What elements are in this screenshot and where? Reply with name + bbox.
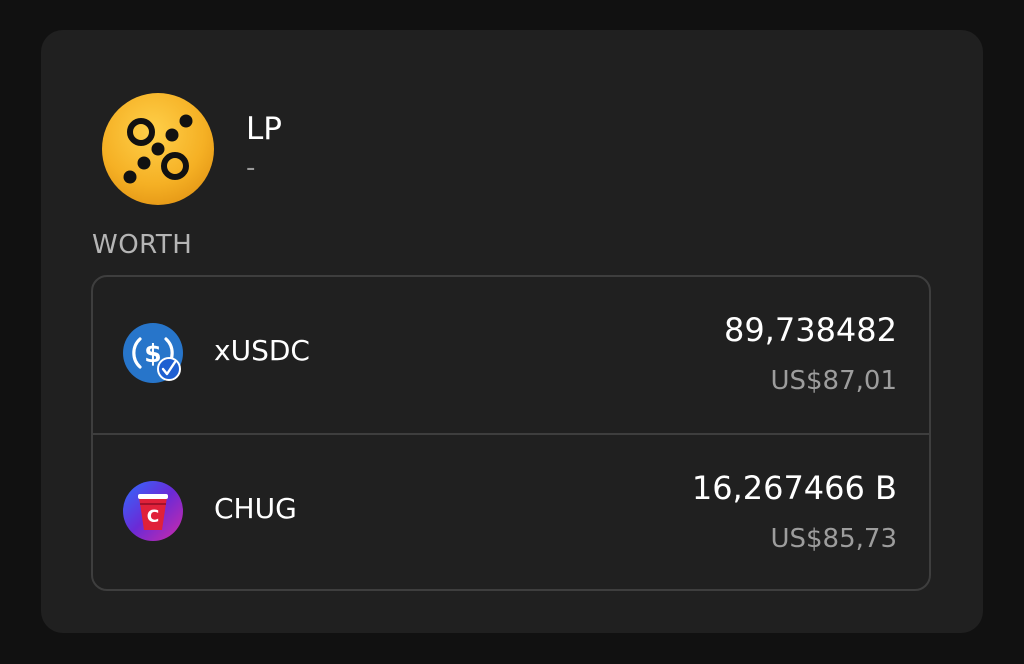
pool-logo — [102, 93, 214, 205]
svg-text:C: C — [147, 507, 159, 527]
token-fiat-value: US$87,01 — [770, 366, 897, 396]
token-row-chug[interactable]: C CHUG 16,267466 B US$85,73 — [93, 433, 929, 589]
token-amount: 89,738482 — [723, 311, 897, 349]
token-amount: 16,267466 B — [691, 469, 897, 507]
token-symbol: xUSDC — [214, 334, 310, 367]
pool-subtitle: - — [246, 153, 256, 183]
token-row-xusdc[interactable]: $ xUSDC 89,738482 US$87,01 — [93, 277, 929, 433]
token-fiat-value: US$85,73 — [770, 524, 897, 554]
pool-header: LP - — [102, 93, 282, 205]
pool-name: LP — [246, 111, 282, 147]
token-symbol: CHUG — [214, 492, 297, 525]
worth-label: WORTH — [92, 230, 193, 260]
lp-position-card: LP - WORTH $ xUSDC 89,738482 US$87,01 C … — [41, 30, 983, 633]
pool-title-block: LP - — [246, 111, 282, 183]
percent-icon — [123, 114, 193, 184]
usdc-bridged-icon: $ — [123, 323, 183, 383]
red-cup-icon: C — [123, 481, 183, 541]
worth-list: $ xUSDC 89,738482 US$87,01 C CHUG 16,267… — [91, 275, 931, 591]
